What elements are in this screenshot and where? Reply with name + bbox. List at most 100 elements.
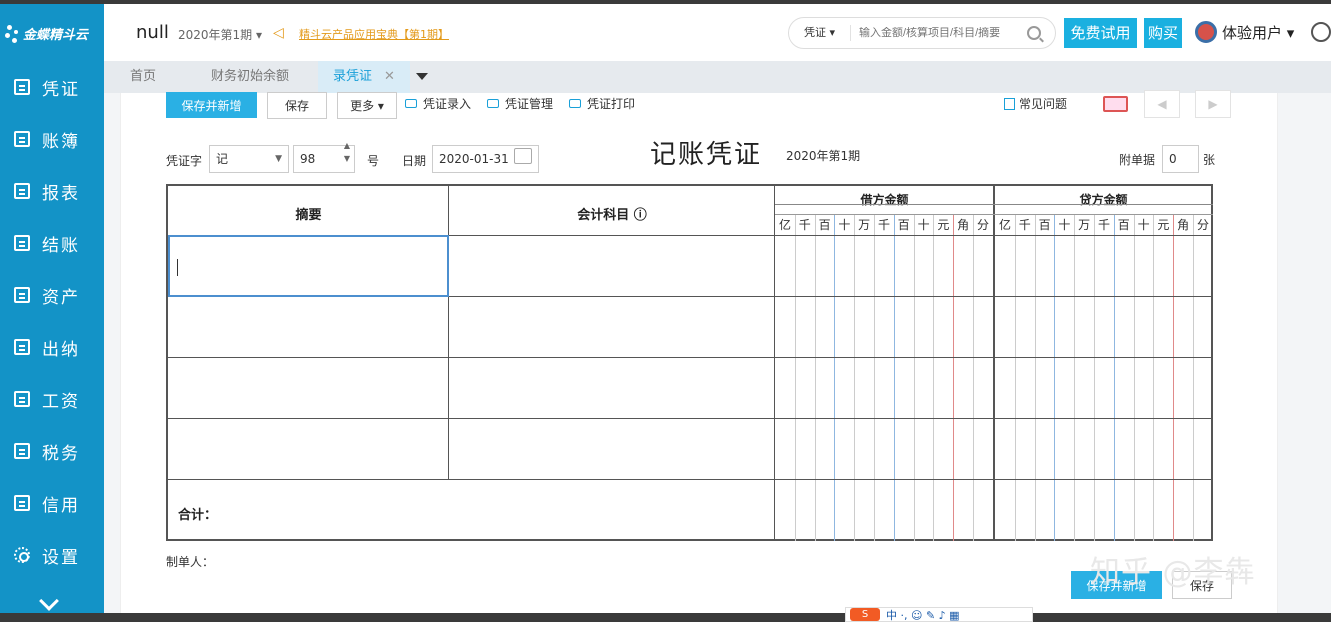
digit-header: 角 — [957, 218, 970, 232]
sidebar-item-4[interactable]: 资产 — [0, 275, 104, 315]
prev-voucher-button[interactable]: ◀ — [1144, 90, 1180, 118]
credit-icon — [14, 495, 30, 511]
digit-header: 十 — [917, 218, 930, 232]
digit-divider — [973, 214, 974, 541]
close-icon[interactable]: ✕ — [384, 69, 395, 84]
digit-divider — [933, 214, 935, 541]
tab-label: 财务初始余额 — [210, 69, 289, 84]
tab-label: 录凭证 — [333, 69, 373, 84]
digit-divider — [913, 214, 915, 541]
free-trial-button[interactable]: 免费试用 — [1064, 18, 1137, 48]
keyboard-icon[interactable] — [1103, 96, 1128, 112]
summary-input-active[interactable] — [168, 235, 449, 297]
digit-header: 千 — [1018, 218, 1031, 232]
voucher-manage-link[interactable]: 凭证管理 — [487, 95, 553, 112]
more-button[interactable]: 更多 ▾ — [337, 92, 397, 119]
video-icon — [405, 99, 417, 108]
tab-bar: 首页 财务初始余额 录凭证 ✕ — [104, 61, 1331, 93]
cashier-icon — [14, 339, 30, 355]
sidebar-item-label: 税务 — [42, 443, 80, 464]
search-icon[interactable] — [1027, 26, 1041, 40]
date-value: 2020-01-31 — [439, 152, 509, 166]
notice-link[interactable]: 精斗云产品应用宝典【第1期】 — [299, 26, 449, 42]
voucher-word-select[interactable]: 记 ▼ — [209, 145, 289, 173]
voucher-entry-link[interactable]: 凭证录入 — [405, 95, 471, 112]
sidebar-item-label: 设置 — [42, 547, 80, 568]
sidebar-item-8[interactable]: 信用 — [0, 483, 104, 523]
digit-header: 亿 — [778, 218, 791, 232]
sogou-logo-icon: S — [850, 608, 880, 621]
save-button[interactable]: 保存 — [267, 92, 327, 119]
tab-initial-balance[interactable]: 财务初始余额 — [182, 61, 318, 93]
calendar-icon[interactable] — [514, 148, 532, 164]
voucher-entry-label: 凭证录入 — [423, 97, 472, 111]
help-doc-icon — [1004, 97, 1015, 110]
column-divider — [774, 186, 775, 541]
logo[interactable]: 金蝶精斗云 — [5, 22, 88, 44]
ime-toolbar[interactable]: S 中 ·, ☺ ✎ ♪ ▦ — [845, 607, 1033, 622]
digit-header: 元 — [937, 218, 950, 232]
sidebar-item-0[interactable]: 凭证 — [0, 67, 104, 107]
stepper-arrows-icon[interactable]: ▲ ▼ — [344, 139, 350, 165]
search-type-select[interactable]: 凭证 ▾ — [789, 25, 851, 41]
digit-divider — [1193, 214, 1194, 541]
sidebar-item-9[interactable]: 设置 — [0, 535, 104, 575]
faq-link[interactable]: 常见问题 — [1004, 95, 1067, 112]
sidebar-item-label: 报表 — [42, 183, 80, 204]
digit-divider — [814, 214, 816, 541]
salary-icon — [14, 391, 30, 407]
checkout-icon — [14, 235, 30, 251]
period-selector[interactable]: 2020年第1期 ▾ — [178, 26, 262, 43]
digit-header: 十 — [1137, 218, 1150, 232]
number-suffix: 号 — [367, 154, 380, 168]
tab-record-voucher[interactable]: 录凭证 ✕ — [318, 61, 410, 93]
right-gutter — [1278, 93, 1331, 613]
digit-divider — [1094, 214, 1095, 541]
sidebar-item-6[interactable]: 工资 — [0, 379, 104, 419]
next-voucher-button[interactable]: ▶ — [1195, 90, 1231, 118]
digit-header: 百 — [897, 218, 910, 232]
digit-header: 十 — [1058, 218, 1071, 232]
column-header-account: 会计科目 ⓘ — [577, 208, 647, 223]
digit-header: 千 — [877, 218, 890, 232]
voucher-number-value: 98 — [300, 152, 316, 166]
tab-dropdown-icon[interactable] — [416, 73, 428, 80]
settings-icon[interactable] — [1311, 22, 1331, 42]
account-set-title[interactable]: null — [136, 22, 169, 43]
voucher-number-stepper[interactable]: 98 ▲ ▼ — [293, 141, 355, 173]
sidebar-item-2[interactable]: 报表 — [0, 171, 104, 211]
sidebar-item-3[interactable]: 结账 — [0, 223, 104, 263]
digit-header: 千 — [798, 218, 811, 232]
digit-header: 十 — [838, 218, 851, 232]
tab-home[interactable]: 首页 — [104, 61, 182, 93]
left-gutter — [104, 93, 120, 613]
digit-header: 元 — [1157, 218, 1170, 232]
date-label: 日期 — [402, 154, 427, 168]
column-header-credit: 贷方金额 — [1079, 193, 1128, 207]
video-icon — [569, 99, 581, 108]
buy-button[interactable]: 购买 — [1144, 18, 1182, 48]
voucher-print-link[interactable]: 凭证打印 — [569, 95, 635, 112]
voucher-word-label: 凭证字 — [166, 154, 203, 168]
sidebar-item-5[interactable]: 出纳 — [0, 327, 104, 367]
sidebar: 金蝶精斗云 凭证账簿报表结账资产出纳工资税务信用设置 — [0, 4, 104, 622]
avatar[interactable] — [1195, 21, 1217, 43]
digit-divider — [874, 214, 875, 541]
user-menu[interactable]: 体验用户 ▾ — [1222, 22, 1294, 43]
digit-divider — [1014, 214, 1016, 541]
save-new-button[interactable]: 保存并新增 — [166, 92, 257, 118]
search-input[interactable] — [851, 27, 1027, 39]
attachment-count-input[interactable]: 0 — [1162, 145, 1199, 173]
sidebar-item-1[interactable]: 账簿 — [0, 119, 104, 159]
digit-divider — [1133, 214, 1135, 541]
search-box: 凭证 ▾ — [788, 17, 1056, 49]
sidebar-item-7[interactable]: 税务 — [0, 431, 104, 471]
subheader-line — [775, 204, 1213, 205]
edit-icon — [14, 79, 30, 95]
digit-divider — [1113, 214, 1115, 541]
digit-header: 万 — [1078, 218, 1091, 232]
chevron-down-icon: ▼ — [275, 154, 282, 164]
digit-header: 千 — [1097, 218, 1110, 232]
digit-divider — [834, 214, 836, 541]
sidebar-item-label: 账簿 — [42, 131, 80, 152]
